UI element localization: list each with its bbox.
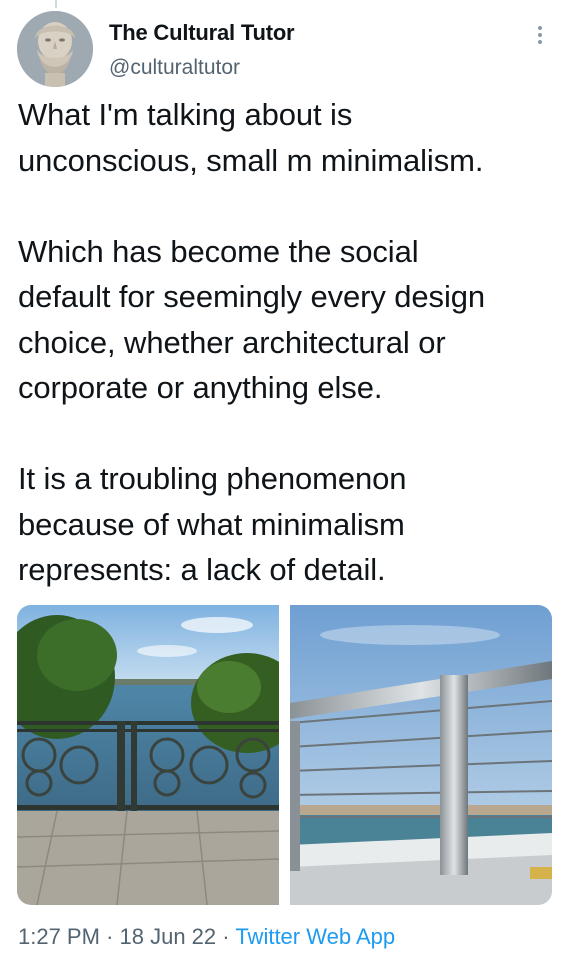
tweet-date[interactable]: 18 Jun 22 [120,924,217,949]
tweet-line: because of what minimalism [18,506,405,542]
tweet-source-link[interactable]: Twitter Web App [235,924,395,949]
tweet-line: choice, whether architectural or [18,324,446,360]
ornate-iron-railing-photo[interactable] [17,605,279,905]
ornate-railing-image [17,605,279,905]
meta-separator: · [106,924,114,949]
meta-separator: · [222,924,230,949]
tweet-paragraph: What I'm talking about is unconscious, s… [18,92,558,183]
more-options-button[interactable] [528,20,552,50]
tweet-time[interactable]: 1:27 PM [18,924,100,949]
tweet-text: What I'm talking about is unconscious, s… [18,92,558,593]
tweet-line: corporate or anything else. [18,370,383,405]
tweet-line: unconscious, small m minimalism. [18,142,484,178]
classical-bust-avatar-icon [17,11,93,87]
tweet-paragraph: It is a troubling phenomenon because of … [18,456,558,593]
author-display-name[interactable]: The Cultural Tutor [109,20,295,46]
tweet-line: Which has become the social [18,233,419,269]
thread-connector-line [55,0,57,8]
tweet-line: represents: a lack of detail. [18,552,386,587]
tweet-line: It is a troubling phenomenon [18,461,407,496]
steel-cable-railing-photo[interactable] [290,605,552,905]
tweet-metadata: 1:27 PM · 18 Jun 22 · Twitter Web App [18,924,395,950]
tweet-media-grid [17,605,552,905]
cable-railing-image [290,605,552,905]
author-avatar[interactable] [17,11,93,87]
author-handle[interactable]: @culturaltutor [109,56,240,80]
tweet-line: default for seemingly every design [18,279,486,314]
more-options-icon [538,26,542,44]
tweet-paragraph: Which has become the social default for … [18,229,558,411]
tweet-line: What I'm talking about is [18,97,353,132]
